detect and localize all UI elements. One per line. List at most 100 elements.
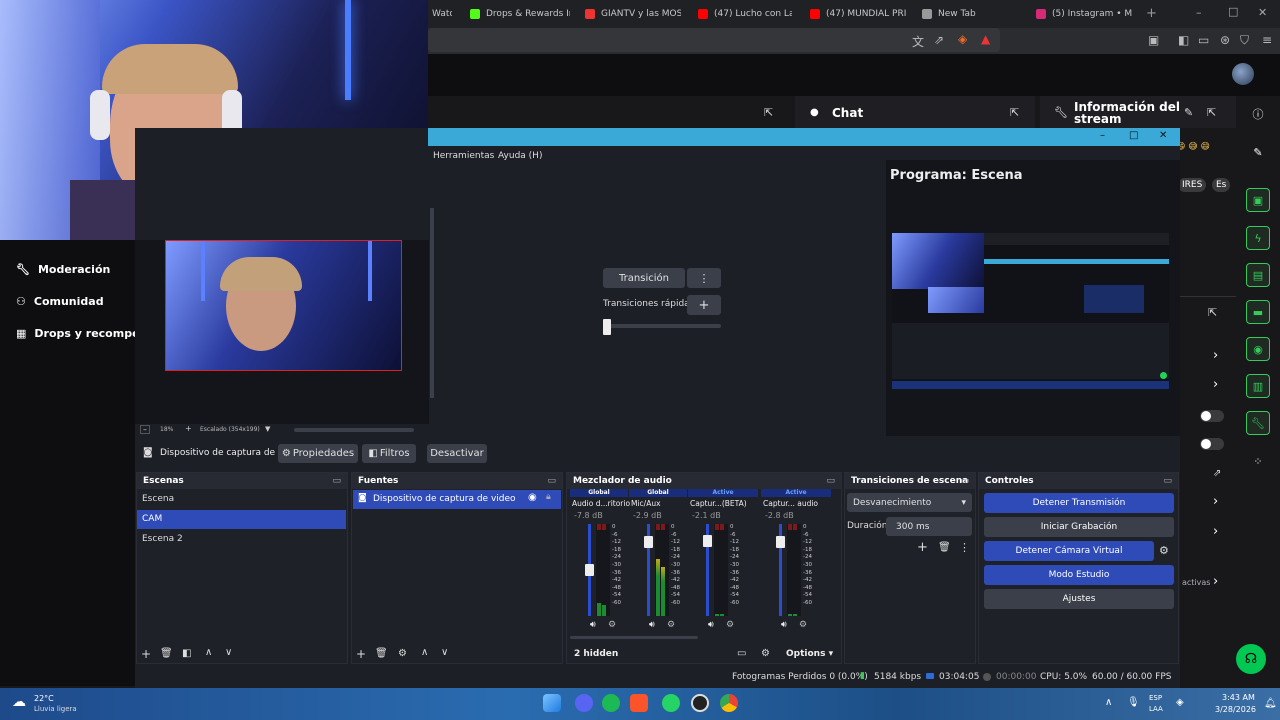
volume-fader-knob[interactable]: [703, 535, 712, 547]
transition-type-select[interactable]: Desvanecimiento ▾: [847, 493, 972, 512]
volume-fader-knob[interactable]: [585, 564, 594, 576]
scene-item[interactable]: CAM: [142, 514, 162, 524]
weather-desc[interactable]: Lluvia ligera: [34, 705, 77, 713]
settings-button[interactable]: Ajustes: [984, 589, 1174, 609]
chevron-right-icon[interactable]: ›: [1213, 574, 1218, 589]
popout-icon[interactable]: ⇱: [1208, 306, 1217, 319]
share-icon[interactable]: ⇗: [934, 33, 944, 47]
info-icon[interactable]: ⓘ: [1246, 102, 1270, 126]
studio-mode-button[interactable]: Modo Estudio: [984, 565, 1174, 585]
vpn-icon[interactable]: ⊛: [1220, 33, 1230, 47]
popout-icon[interactable]: ⇱: [1207, 106, 1216, 119]
add-scene-button[interactable]: +: [141, 647, 151, 661]
transition-button[interactable]: Transición: [603, 268, 685, 288]
horizontal-scrollbar[interactable]: [294, 428, 414, 432]
scene-item-selected[interactable]: [137, 510, 346, 529]
stop-stream-button[interactable]: Detener Transmisión: [984, 493, 1174, 513]
toggle-switch[interactable]: [1200, 438, 1224, 450]
options-dropdown[interactable]: Options ▾: [786, 649, 833, 659]
browser-tab[interactable]: New Tab: [922, 4, 992, 24]
ad-icon[interactable]: ▥: [1246, 374, 1270, 398]
help-icon[interactable]: ☊: [1236, 644, 1266, 674]
translate-icon[interactable]: 文: [912, 33, 924, 50]
transition-menu-button[interactable]: ⋮: [687, 268, 721, 288]
notification-icon[interactable]: 🔔︎: [1264, 698, 1277, 709]
menu-item-herramientas[interactable]: Herramientas: [433, 151, 494, 161]
more-icon[interactable]: ⋮: [959, 541, 970, 554]
edit-icon[interactable]: ✎: [1184, 106, 1193, 119]
mixer-scrollbar[interactable]: [570, 636, 698, 639]
eye-icon[interactable]: ◉: [528, 492, 537, 503]
zoom-in-button[interactable]: +: [185, 424, 192, 433]
scene-item[interactable]: Escena: [142, 494, 174, 504]
clock-date[interactable]: 3/28/2026: [1215, 705, 1256, 714]
browser-tab[interactable]: (5) Instagram • Messa: [1036, 4, 1132, 24]
zoom-out-button[interactable]: –: [140, 425, 150, 434]
preview-scrollbar[interactable]: [430, 208, 434, 398]
analytics-icon[interactable]: ⇗: [1213, 468, 1221, 479]
browser-tab[interactable]: Drops & Rewards Inve: [470, 4, 570, 24]
chevron-right-icon[interactable]: ›: [1213, 377, 1218, 392]
popout-icon[interactable]: ⇱: [764, 106, 773, 119]
minimize-button[interactable]: –: [1196, 6, 1202, 19]
shield-icon[interactable]: ⛉: [1240, 33, 1249, 48]
tag[interactable]: Es: [1212, 178, 1231, 192]
trash-icon[interactable]: 🗑︎: [160, 648, 173, 659]
source-item[interactable]: Dispositivo de captura de video: [373, 494, 516, 504]
obs-minimize-button[interactable]: –: [1100, 130, 1105, 141]
lightning-icon[interactable]: ϟ: [1246, 226, 1270, 250]
dock-menu-icon[interactable]: ▭: [826, 473, 835, 489]
network-icon[interactable]: ◈: [1176, 697, 1184, 708]
wallet-icon[interactable]: ▭: [1198, 33, 1209, 47]
duration-input[interactable]: 300 ms: [886, 517, 972, 536]
speaker-icon[interactable]: 🔊︎: [590, 620, 596, 630]
menu-icon[interactable]: ≡: [1262, 33, 1272, 47]
tbar-handle[interactable]: [603, 319, 611, 335]
browser-tab[interactable]: GIANTV y las MOSCA: [585, 4, 681, 24]
broadcast-icon[interactable]: ◉: [1246, 337, 1270, 361]
avatar[interactable]: [1232, 63, 1254, 85]
chevron-right-icon[interactable]: ›: [1213, 348, 1218, 363]
chat-bubble-icon[interactable]: ▬: [1246, 300, 1270, 324]
chrome-icon[interactable]: [712, 688, 746, 718]
channel-settings-icon[interactable]: ⚙: [799, 620, 807, 630]
brave-icon[interactable]: [622, 688, 656, 718]
nav-item-moderacion[interactable]: 🔧︎ Moderación: [16, 263, 110, 276]
add-source-button[interactable]: +: [356, 647, 366, 661]
dock-menu-icon[interactable]: ▭: [332, 473, 341, 489]
dock-menu-icon[interactable]: ▭: [1163, 473, 1172, 489]
browser-tab[interactable]: Watc: [432, 4, 452, 24]
advanced-audio-icon[interactable]: ⚙: [761, 648, 770, 659]
obs-maximize-button[interactable]: □: [1129, 130, 1138, 141]
trash-icon[interactable]: 🗑︎: [938, 542, 951, 553]
dock-menu-icon[interactable]: ▭: [960, 473, 969, 489]
channel-settings-icon[interactable]: ⚙: [608, 620, 616, 630]
move-down-icon[interactable]: ∨: [441, 647, 448, 658]
lock-icon[interactable]: 🔒︎: [546, 492, 551, 502]
add-quick-transition-button[interactable]: +: [687, 295, 721, 315]
dock-menu-icon[interactable]: ▭: [547, 473, 556, 489]
channel-settings-icon[interactable]: ⚙: [726, 620, 734, 630]
tray-chevron-icon[interactable]: ∧: [1105, 697, 1112, 708]
nav-item-comunidad[interactable]: ⚇ Comunidad: [16, 295, 104, 308]
start-recording-button[interactable]: Iniciar Grabación: [984, 517, 1174, 537]
sidebar-toggle-icon[interactable]: ▣: [1148, 33, 1159, 47]
nav-item-drops[interactable]: ▦ Drops y recompens: [16, 327, 154, 340]
scene-filters-icon[interactable]: ◧: [182, 648, 191, 659]
volume-fader-knob[interactable]: [776, 536, 785, 548]
split-view-icon[interactable]: ◧: [1178, 33, 1189, 47]
menu-item-ayuda[interactable]: Ayuda (H): [498, 151, 542, 161]
toggle-switch[interactable]: [1200, 410, 1224, 422]
preview-source[interactable]: [165, 240, 402, 371]
close-window-button[interactable]: ✕: [1258, 6, 1267, 19]
weather-icon[interactable]: ☁: [12, 694, 26, 710]
weather-temp[interactable]: 22°C: [34, 694, 54, 703]
deactivate-button[interactable]: Desactivar: [427, 444, 487, 463]
brave-rewards-icon[interactable]: ▲: [981, 32, 990, 46]
virtual-camera-settings-icon[interactable]: ⚙: [1159, 544, 1169, 557]
language-indicator[interactable]: ESP: [1149, 694, 1162, 702]
more-icon[interactable]: ⁘: [1246, 449, 1270, 473]
speaker-icon[interactable]: 🔊︎: [649, 620, 655, 630]
chevron-right-icon[interactable]: ›: [1213, 494, 1218, 509]
move-down-icon[interactable]: ∨: [225, 647, 232, 658]
